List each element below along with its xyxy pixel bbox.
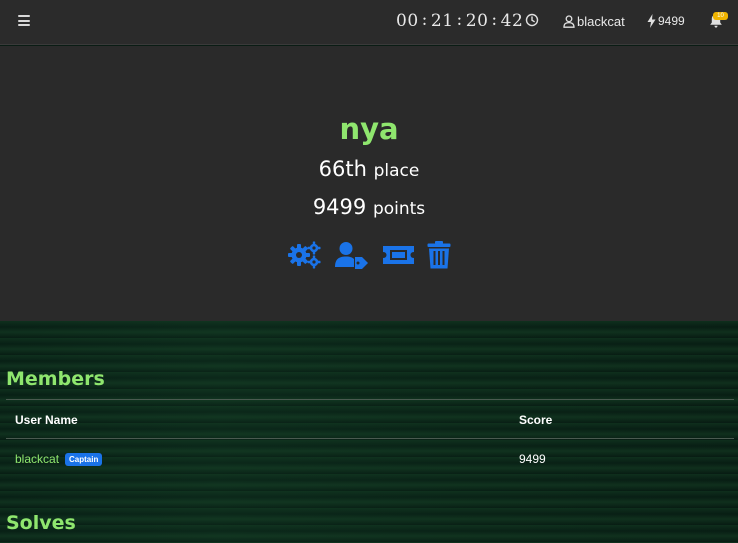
place-label: place [373, 161, 420, 181]
team-name: nya [339, 112, 399, 146]
solves-heading: Solves [6, 512, 76, 534]
table-header-divider [6, 438, 734, 439]
timer-hours: 00 [396, 11, 419, 31]
clock-icon [525, 13, 539, 27]
settings-cogs-icon[interactable] [288, 241, 322, 269]
team-actions [288, 241, 458, 269]
team-header: nya 66th place 9499 points [0, 46, 738, 321]
points-value: 9499 [312, 195, 367, 219]
timer-seconds: 20 [465, 11, 489, 31]
timer-centiseconds: 42 [500, 11, 524, 31]
user-profile-link[interactable]: blackcat [563, 13, 625, 29]
trash-icon[interactable] [427, 241, 451, 269]
member-cell: blackcat Captain [15, 452, 103, 467]
username-label: blackcat [577, 13, 625, 29]
bolt-icon [647, 14, 656, 28]
captain-badge: Captain [65, 453, 103, 466]
member-name-link[interactable]: blackcat [15, 452, 59, 466]
members-heading: Members [6, 368, 105, 390]
place-value: 66th [318, 157, 367, 181]
points-label: 9499 [658, 14, 685, 28]
member-score: 9499 [519, 452, 546, 466]
team-place: 66th place [0, 157, 738, 181]
points-link[interactable]: 9499 [647, 13, 685, 29]
team-points: 9499 points [0, 195, 738, 219]
countdown-timer: 00:21:20:42 [396, 10, 524, 31]
top-navbar: 00:21:20:42 blackcat 9499 10 [0, 0, 738, 45]
user-tag-icon[interactable] [335, 241, 369, 269]
matrix-background [0, 321, 738, 543]
column-header-username: User Name [15, 413, 78, 427]
user-icon [563, 14, 575, 28]
menu-icon[interactable] [18, 15, 30, 26]
column-header-score: Score [519, 413, 553, 427]
ticket-icon[interactable] [382, 241, 415, 269]
members-divider [6, 399, 734, 400]
timer-minutes: 21 [430, 11, 454, 31]
points-unit-label: points [372, 199, 426, 219]
notification-badge: 10 [713, 12, 728, 20]
